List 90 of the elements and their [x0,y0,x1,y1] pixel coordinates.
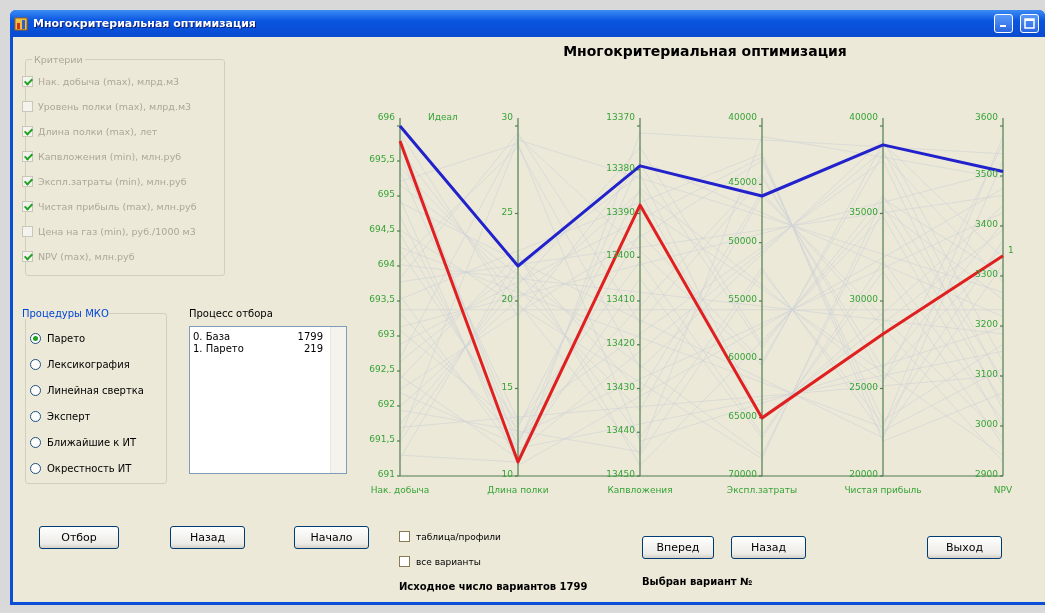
tick-label: 20 [501,294,513,304]
tick-label: 694 [377,259,395,269]
tick-label: 693 [377,329,395,339]
series-label: Идеал [428,112,458,122]
tick-label: 30000 [849,294,878,304]
tick-label: 13390 [606,206,635,217]
radio-button[interactable] [30,410,41,422]
selected-variant-text: Выбран вариант № [642,576,754,587]
tick-label: 3000 [975,419,998,429]
tick-label: 694,5 [369,224,395,234]
tick-label: 10 [501,469,513,479]
group-title: Критерии [33,54,84,65]
tick-label: 45000 [728,177,757,188]
group-title: Процедуры МКО [22,308,109,319]
exit-button[interactable]: Выход [927,536,1002,559]
list-count: 219 [303,343,323,355]
tick-label: 696 [377,112,395,122]
series-label: 1 [1008,244,1014,255]
tick-label: 20000 [849,469,878,479]
tick-label: 50000 [728,235,757,246]
radio-button[interactable] [30,436,41,448]
radio-button[interactable] [30,332,41,344]
tick-label: 695 [377,189,395,199]
tick-label: 65000 [728,410,757,421]
tick-label: 13440 [606,425,635,436]
list-item[interactable]: 1. Парето [193,343,244,355]
axis-title: NPV [993,485,1013,495]
action-button[interactable]: Назад [170,526,245,549]
axis-title: Капвложения [607,485,673,495]
axis-title: Нак. добыча [370,485,430,495]
action-button[interactable]: Отбор [39,526,119,549]
minimize-button[interactable] [994,14,1013,33]
list-count: 1799 [297,331,323,343]
checkbox[interactable] [399,531,410,542]
maximize-button[interactable] [1020,14,1039,33]
tick-label: 3200 [975,319,998,329]
checkbox[interactable] [399,556,410,567]
tick-label: 3400 [975,219,998,229]
scrollbar[interactable] [330,327,346,473]
tick-label: 25000 [849,381,878,392]
window-title: Многокритериальная оптимизация [33,17,257,30]
chart-title: Многокритериальная оптимизация [562,43,848,61]
tick-label: 693,5 [369,294,395,304]
tick-label: 695,5 [369,154,395,164]
tick-label: 13410 [606,294,635,304]
radio-label[interactable]: Лексикография [47,358,130,370]
tick-label: 3100 [975,369,998,379]
tick-label: 3500 [975,169,998,179]
action-button[interactable]: Начало [294,526,369,549]
tick-label: 3300 [975,269,998,279]
tick-label: 13420 [606,337,635,348]
nav-button[interactable]: Вперед [642,536,714,559]
checkbox-label[interactable]: все варианты [416,556,481,567]
tick-label: 3600 [975,112,998,122]
tick-label: 70000 [728,469,757,479]
tick-label: 40000 [849,112,878,122]
list-item[interactable]: 0. База [193,331,231,343]
tick-label: 692 [377,399,395,409]
tick-label: 13430 [606,381,635,392]
radio-button[interactable] [30,384,41,396]
tick-label: 691,5 [369,434,395,444]
tick-label: 13450 [606,469,635,479]
checkbox-label[interactable]: таблица/профили [416,531,501,542]
radio-label[interactable]: Окрестность ИТ [47,462,132,474]
radio-label[interactable]: Линейная свертка [47,384,144,396]
nav-button[interactable]: Назад [731,536,806,559]
radio-label[interactable]: Ближайшие к ИТ [47,436,137,448]
tick-label: 40000 [728,112,757,122]
tick-label: 13370 [606,112,635,122]
tick-label: 35000 [849,206,878,217]
app-icon [14,16,28,31]
initial-count-text: Исходное число вариантов 1799 [399,581,589,592]
tick-label: 25 [501,206,513,217]
radio-button[interactable] [30,462,41,474]
tick-label: 60000 [728,352,757,363]
tick-label: 30 [501,112,513,122]
axis-title: Чистая прибыль [844,485,922,495]
list-title: Процесс отбора [189,308,274,319]
tick-label: 55000 [728,294,757,304]
axis-title: Длина полки [487,485,549,495]
tick-label: 692,5 [369,364,395,374]
tick-label: 15 [501,381,513,392]
axis-title: Экспл.затраты [726,485,798,495]
radio-button[interactable] [30,358,41,370]
tick-label: 13380 [606,162,635,173]
radio-label[interactable]: Эксперт [47,410,91,422]
tick-label: 2900 [975,469,998,479]
radio-label[interactable]: Парето [47,332,86,344]
maximize-icon [1024,18,1035,29]
tick-label: 691 [377,469,395,479]
